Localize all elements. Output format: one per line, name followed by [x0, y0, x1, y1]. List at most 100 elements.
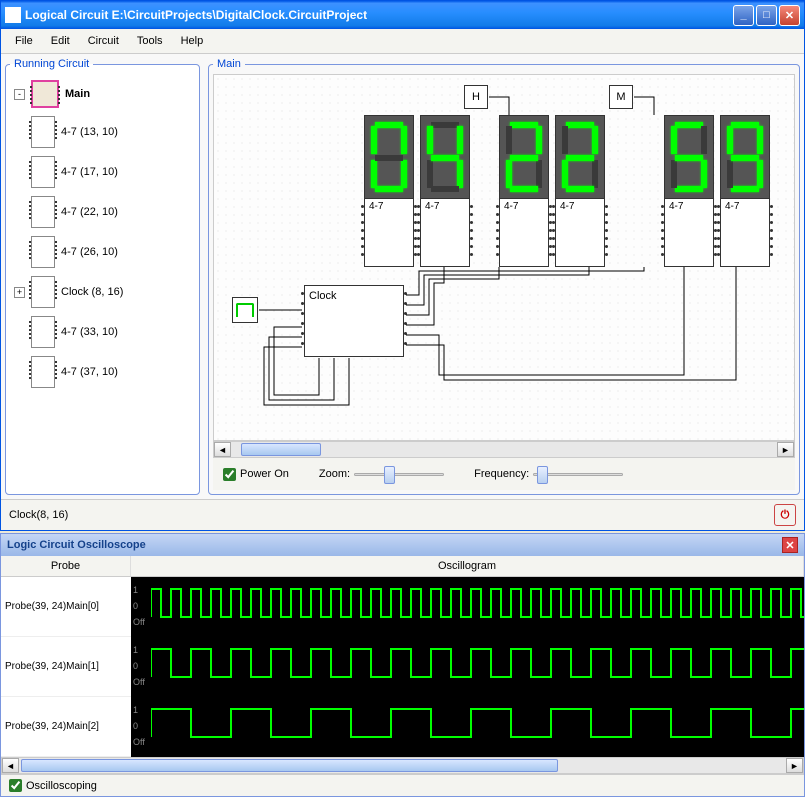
segment-d [566, 186, 594, 192]
tree-item-label: 4-7 (17, 10) [61, 166, 118, 178]
osc-scroll-right[interactable]: ► [786, 758, 803, 773]
tree-item-label: 4-7 (37, 10) [61, 366, 118, 378]
pulse-icon [236, 303, 254, 317]
oscilloscoping-checkbox[interactable] [9, 779, 22, 792]
segment-f [506, 126, 512, 154]
probe-row[interactable]: Probe(39, 24)Main[1] [1, 637, 131, 697]
menu-help[interactable]: Help [173, 33, 212, 49]
segment-b [592, 126, 598, 154]
tree-item-label: Clock (8, 16) [61, 286, 123, 298]
wave-label: 1 [133, 645, 138, 655]
clock-component[interactable]: Clock [304, 285, 404, 357]
tree-item-label: 4-7 (26, 10) [61, 246, 118, 258]
probe-list: Probe(39, 24)Main[0]Probe(39, 24)Main[1]… [1, 577, 131, 757]
menu-edit[interactable]: Edit [43, 33, 78, 49]
main-window: Logical Circuit E:\CircuitProjects\Digit… [0, 0, 805, 531]
circuit-canvas[interactable]: H M Clock [213, 74, 795, 441]
canvas-hscroll[interactable]: ◄ ► [213, 441, 795, 458]
segment-b [536, 126, 542, 154]
oscilloscope-titlebar[interactable]: Logic Circuit Oscilloscope ✕ [1, 534, 804, 556]
clock-source[interactable] [232, 297, 258, 323]
segment-e [371, 160, 377, 188]
menu-tools[interactable]: Tools [129, 33, 171, 49]
minimize-button[interactable]: _ [733, 5, 754, 26]
circuit-icon [31, 236, 55, 268]
segment-c [536, 160, 542, 188]
display-label: 4-7 [500, 199, 548, 214]
tree-item[interactable]: 4-7 (26, 10) [10, 234, 195, 270]
segment-e [727, 160, 733, 188]
probe-row[interactable]: Probe(39, 24)Main[0] [1, 577, 131, 637]
segment-g [731, 155, 759, 161]
close-button[interactable]: ✕ [779, 5, 800, 26]
running-circuit-legend: Running Circuit [10, 58, 93, 70]
probe-header: Probe [1, 556, 131, 576]
tree-item[interactable]: 4-7 (22, 10) [10, 194, 195, 230]
segment-a [566, 122, 594, 128]
wave-label: 1 [133, 585, 138, 595]
controls-bar: Power On Zoom: Frequency: [213, 458, 795, 490]
probe-row[interactable]: Probe(39, 24)Main[2] [1, 697, 131, 757]
segment-c [592, 160, 598, 188]
tree-item[interactable]: 4-7 (37, 10) [10, 354, 195, 390]
waveform [151, 577, 804, 637]
segment-f [371, 126, 377, 154]
menubar: File Edit Circuit Tools Help [1, 29, 804, 54]
zoom-slider[interactable] [354, 464, 444, 484]
tree-toggle-icon[interactable]: - [14, 89, 25, 100]
circuit-icon [31, 116, 55, 148]
tree-item[interactable]: - Main [10, 78, 195, 110]
segment-g [431, 155, 459, 161]
tree-item[interactable]: + Clock (8, 16) [10, 274, 195, 310]
circuit-icon [31, 80, 59, 108]
menu-file[interactable]: File [7, 33, 41, 49]
seven-segment-display[interactable]: 4-7 [364, 115, 414, 267]
display-label: 4-7 [365, 199, 413, 214]
segment-b [457, 126, 463, 154]
segment-e [506, 160, 512, 188]
segment-e [427, 160, 433, 188]
osc-scroll-left[interactable]: ◄ [2, 758, 19, 773]
seven-segment-display[interactable]: 4-7 [555, 115, 605, 267]
seven-segment-display[interactable]: 4-7 [420, 115, 470, 267]
running-circuit-panel: Running Circuit - Main 4-7 (13, 10) 4-7 (17… [5, 58, 200, 495]
segment-c [701, 160, 707, 188]
tree-toggle-icon[interactable]: + [14, 287, 25, 298]
app-icon [5, 7, 21, 23]
scroll-thumb[interactable] [241, 443, 321, 456]
oscilloscope-hscroll[interactable]: ◄ ► [1, 757, 804, 774]
power-on-label: Power On [240, 468, 289, 480]
segment-b [757, 126, 763, 154]
main-canvas-panel: Main H M Clock [208, 58, 800, 495]
segment-g [566, 155, 594, 161]
seven-segment-display[interactable]: 4-7 [720, 115, 770, 267]
maximize-button[interactable]: □ [756, 5, 777, 26]
scroll-left-button[interactable]: ◄ [214, 442, 231, 457]
display-label: 4-7 [721, 199, 769, 214]
titlebar[interactable]: Logical Circuit E:\CircuitProjects\Digit… [1, 1, 804, 29]
seven-segment-display[interactable]: 4-7 [499, 115, 549, 267]
segment-g [510, 155, 538, 161]
tree-item[interactable]: 4-7 (17, 10) [10, 154, 195, 190]
canvas-legend: Main [213, 58, 245, 70]
power-button[interactable]: ⏻ [774, 504, 796, 526]
m-button[interactable]: M [609, 85, 633, 109]
scroll-right-button[interactable]: ► [777, 442, 794, 457]
tree-item-label: Main [65, 88, 90, 100]
oscilloscope-close-button[interactable]: ✕ [782, 537, 798, 553]
frequency-label: Frequency: [474, 468, 529, 480]
segment-d [731, 186, 759, 192]
segment-d [375, 186, 403, 192]
h-button[interactable]: H [464, 85, 488, 109]
menu-circuit[interactable]: Circuit [80, 33, 127, 49]
segment-f [562, 126, 568, 154]
tree-item[interactable]: 4-7 (33, 10) [10, 314, 195, 350]
tree-item[interactable]: 4-7 (13, 10) [10, 114, 195, 150]
osc-scroll-thumb[interactable] [21, 759, 558, 772]
oscillogram-canvas[interactable]: 10Off10Off10Off [131, 577, 804, 757]
seven-segment-display[interactable]: 4-7 [664, 115, 714, 267]
frequency-slider[interactable] [533, 464, 623, 484]
circuit-icon [31, 156, 55, 188]
segment-c [457, 160, 463, 188]
power-on-checkbox[interactable] [223, 468, 236, 481]
